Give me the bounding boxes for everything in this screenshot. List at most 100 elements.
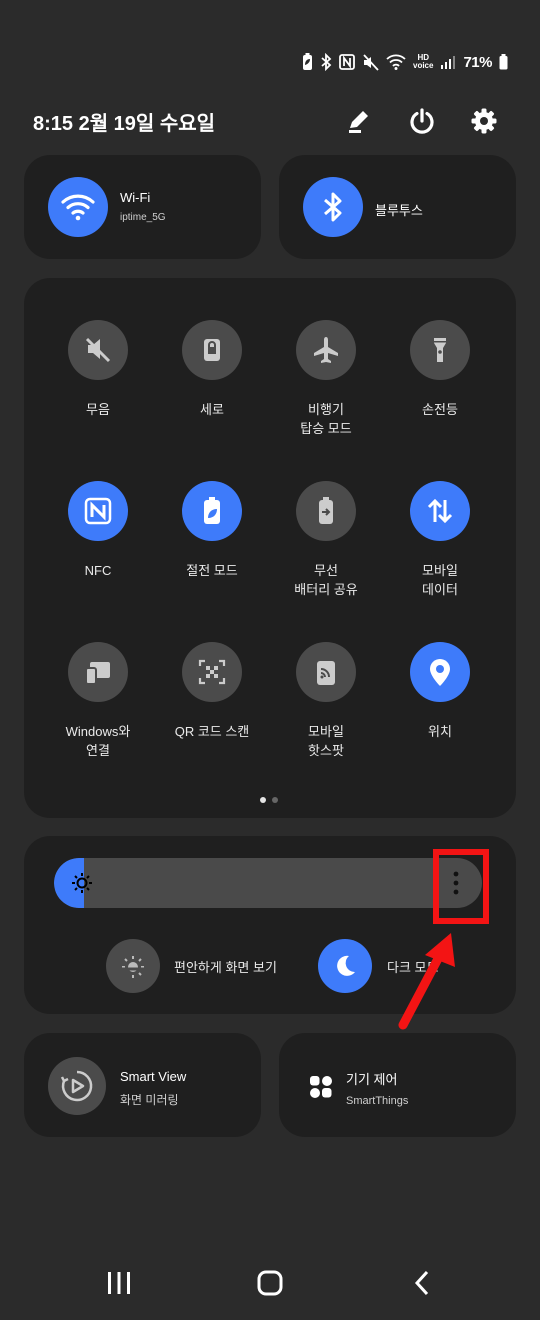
quick-setting-label: 절전 모드	[186, 563, 238, 578]
wifi-title: Wi-Fi	[120, 190, 151, 205]
wireless-powershare-toggle[interactable]	[296, 481, 356, 541]
hotspot-icon	[317, 661, 335, 685]
flashlight-icon	[434, 338, 446, 362]
wireless-powershare-icon	[319, 497, 333, 524]
quick-setting-airplane[interactable]: 비행기 탑승 모드	[271, 320, 381, 438]
smart-view-title: Smart View	[120, 1069, 187, 1084]
quick-setting-hotspot[interactable]: 모바일 핫스팟	[271, 642, 381, 760]
nfc-icon	[84, 497, 112, 525]
page-indicator	[260, 797, 278, 803]
hd-voice-bottom: voice	[413, 61, 434, 70]
wifi-toggle[interactable]	[48, 177, 108, 237]
bluetooth-icon	[321, 53, 332, 71]
smart-view-subtitle: 화면 미러링	[120, 1093, 179, 1107]
hotspot-toggle[interactable]	[296, 642, 356, 702]
bluetooth-tile[interactable]: 블루투스	[279, 155, 516, 259]
battery-icon	[499, 54, 508, 70]
recent-apps-button[interactable]	[106, 1270, 132, 1301]
quick-setting-label: NFC	[84, 563, 112, 578]
settings-button[interactable]	[466, 103, 502, 139]
settings-icon	[471, 108, 497, 134]
power-icon	[410, 108, 434, 134]
eye-comfort-icon	[122, 956, 144, 978]
qr-scan-toggle[interactable]	[182, 642, 242, 702]
back-icon	[414, 1270, 429, 1296]
dark-mode-toggle[interactable]	[318, 939, 372, 993]
quick-setting-portrait-lock[interactable]: 세로	[157, 320, 267, 419]
quick-setting-nfc[interactable]: NFC	[43, 481, 153, 580]
quick-setting-wireless-powershare[interactable]: 무선 배터리 공유	[271, 481, 381, 599]
battery-saver-icon	[303, 53, 312, 70]
bluetooth-toggle[interactable]	[303, 177, 363, 237]
quick-setting-label: 모바일 데이터	[422, 563, 458, 597]
mobile-data-toggle[interactable]	[410, 481, 470, 541]
airplane-toggle[interactable]	[296, 320, 356, 380]
quick-setting-label: 비행기 탑승 모드	[300, 402, 352, 436]
mobile-data-icon	[427, 498, 453, 524]
back-button[interactable]	[410, 1270, 436, 1301]
quick-setting-label: Windows와 연결	[65, 724, 131, 758]
nfc-icon	[339, 54, 355, 70]
wifi-icon	[386, 54, 406, 70]
qr-scan-icon	[198, 659, 226, 685]
wifi-icon	[61, 194, 95, 221]
quick-setting-label: 무선 배터리 공유	[294, 563, 358, 597]
quick-setting-qr-scan[interactable]: QR 코드 스캔	[157, 642, 267, 741]
hd-voice-icon: HD voice	[413, 54, 433, 70]
quick-setting-flashlight[interactable]: 손전등	[385, 320, 495, 419]
location-toggle[interactable]	[410, 642, 470, 702]
device-control-tile[interactable]: 기기 제어 SmartThings	[279, 1033, 516, 1137]
quick-setting-mute[interactable]: 무음	[43, 320, 153, 419]
link-to-windows-icon	[85, 662, 110, 685]
portrait-lock-toggle[interactable]	[182, 320, 242, 380]
recent-apps-icon	[108, 1272, 130, 1294]
brightness-slider[interactable]	[54, 858, 482, 908]
nfc-toggle[interactable]	[68, 481, 128, 541]
device-control-title: 기기 제어	[346, 1072, 398, 1087]
smartthings-grid-icon	[310, 1076, 332, 1098]
wifi-tile[interactable]: Wi-Fi iptime_5G	[24, 155, 261, 259]
smart-view-icon-circle	[48, 1057, 106, 1115]
annotation-highlight-box	[433, 849, 489, 924]
location-icon	[430, 659, 450, 686]
date-time: 8:15 2월 19일 수요일	[33, 113, 216, 135]
quick-setting-label: 세로	[200, 402, 224, 417]
mute-icon	[363, 53, 379, 71]
quick-setting-location[interactable]: 위치	[385, 642, 495, 741]
bluetooth-title: 블루투스	[375, 203, 423, 218]
quick-setting-label: 무음	[86, 402, 110, 417]
flashlight-toggle[interactable]	[410, 320, 470, 380]
edit-icon	[349, 111, 368, 133]
quick-setting-label: 모바일 핫스팟	[308, 724, 344, 758]
brightness-sun-icon	[72, 873, 92, 893]
home-button[interactable]	[257, 1270, 283, 1301]
mute-toggle[interactable]	[68, 320, 128, 380]
mute-icon	[85, 337, 111, 363]
status-bar: HD voice 71%	[302, 50, 508, 74]
smart-view-icon	[60, 1070, 93, 1102]
home-icon	[257, 1270, 283, 1296]
eye-comfort-label: 편안하게 화면 보기	[174, 960, 277, 975]
power-saving-toggle[interactable]	[182, 481, 242, 541]
bluetooth-icon	[324, 192, 342, 222]
annotation-arrow	[398, 933, 455, 1030]
power-saving-icon	[204, 497, 220, 524]
link-to-windows-toggle[interactable]	[68, 642, 128, 702]
device-control-subtitle: SmartThings	[346, 1095, 409, 1107]
eye-comfort-toggle[interactable]	[106, 939, 160, 993]
page-dot-2	[272, 797, 278, 803]
airplane-icon	[314, 337, 338, 363]
portrait-lock-icon	[204, 339, 220, 361]
page-dot-1	[260, 797, 266, 803]
wifi-network-name: iptime_5G	[120, 212, 166, 223]
quick-setting-label: QR 코드 스캔	[174, 724, 250, 739]
signal-icon	[441, 56, 456, 69]
moon-icon	[337, 955, 355, 976]
quick-setting-link-to-windows[interactable]: Windows와 연결	[43, 642, 153, 760]
edit-button[interactable]	[341, 103, 377, 139]
power-button[interactable]	[404, 103, 440, 139]
quick-setting-label: 위치	[428, 724, 452, 739]
quick-setting-power-saving[interactable]: 절전 모드	[157, 481, 267, 580]
smart-view-tile[interactable]: Smart View 화면 미러링	[24, 1033, 261, 1137]
quick-setting-mobile-data[interactable]: 모바일 데이터	[385, 481, 495, 599]
